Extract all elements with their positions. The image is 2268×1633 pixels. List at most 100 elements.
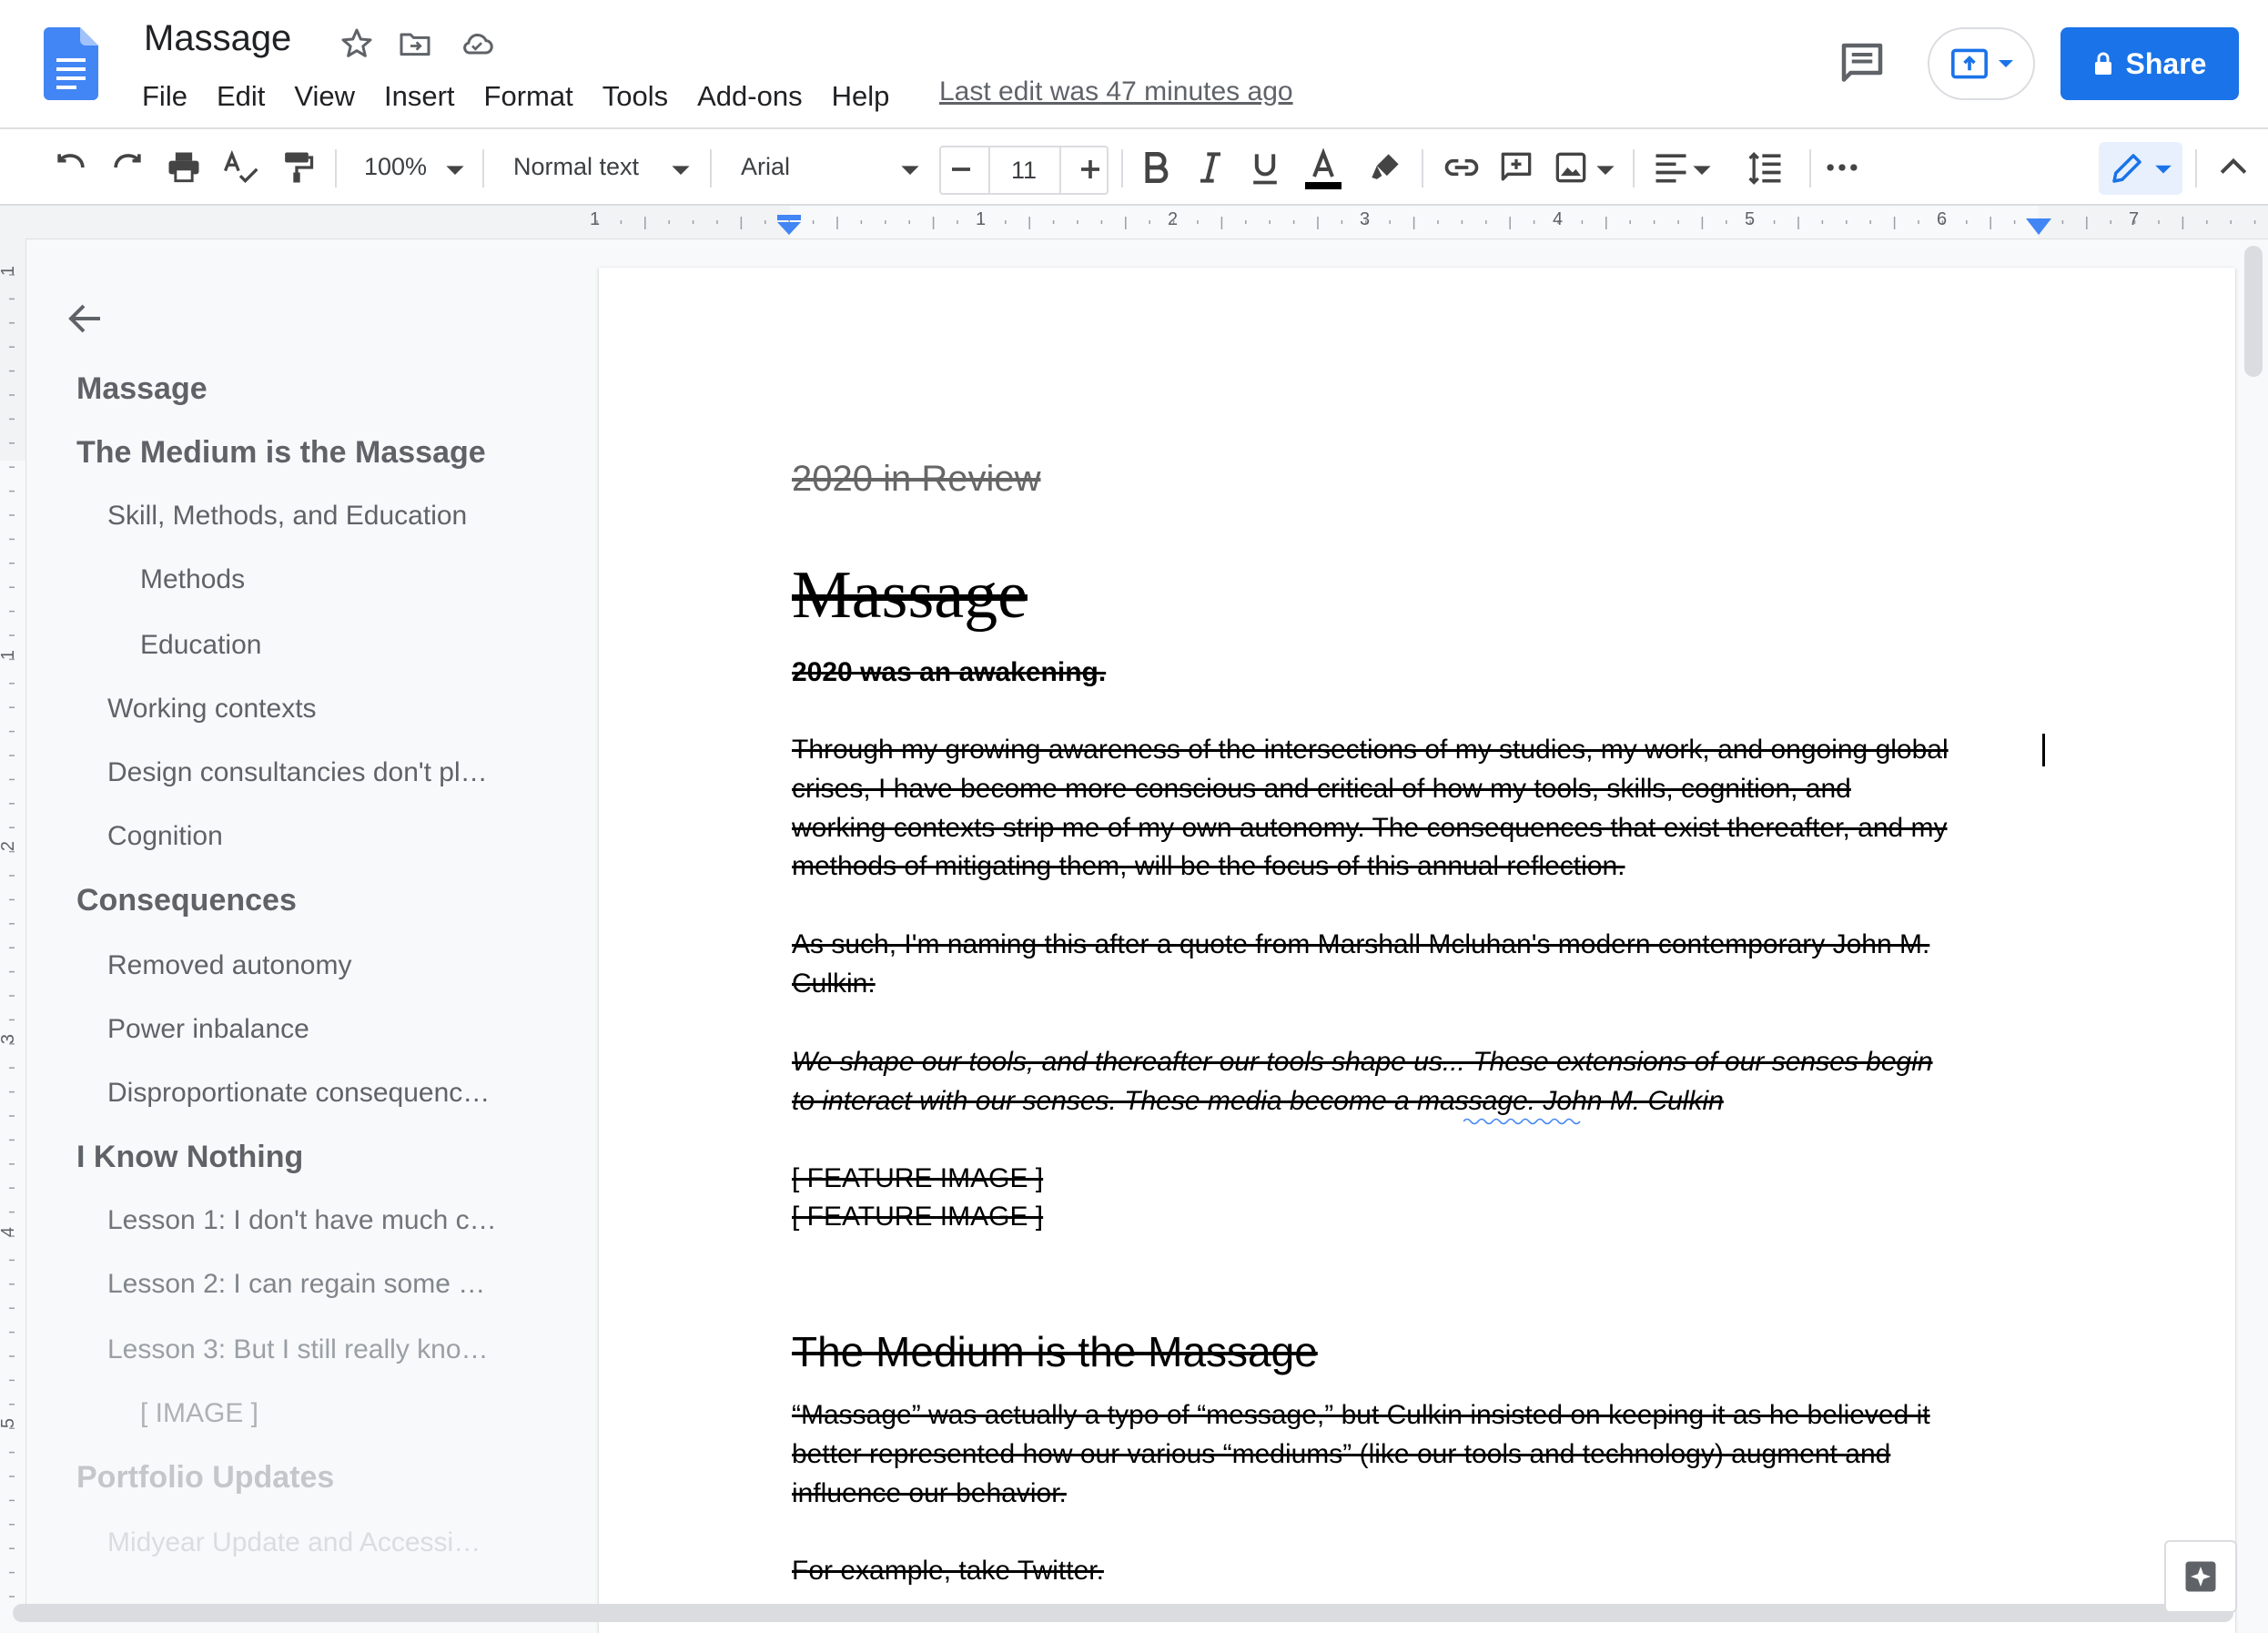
menu-format[interactable]: Format (470, 76, 588, 117)
underline-icon[interactable] (1245, 147, 1285, 188)
increase-font-size-icon[interactable] (1072, 151, 1109, 188)
highlight-icon[interactable] (1365, 147, 1405, 188)
title-bar: Massage File Edit View Insert Format Too… (0, 0, 2268, 127)
outline-item[interactable]: Consequences (76, 883, 297, 918)
doc-paragraph-line[interactable]: For example, take Twitter. (792, 1556, 1104, 1587)
ruler-number: 1 (0, 265, 19, 277)
outline-item[interactable]: Lesson 1: I don't have much c… (107, 1205, 497, 1236)
doc-quote-line[interactable]: to interact with our senses. These media… (792, 1086, 1724, 1117)
outline-item[interactable]: Skill, Methods, and Education (107, 501, 467, 532)
outline-item[interactable]: Design consultancies don't pl… (107, 757, 488, 788)
share-button[interactable]: Share (2060, 27, 2239, 100)
italic-icon[interactable] (1190, 147, 1230, 188)
vertical-ruler[interactable]: 1 1 2 3 4 5 (0, 238, 26, 1622)
move-to-folder-icon[interactable] (397, 25, 433, 62)
outline-item[interactable]: Education (140, 630, 261, 661)
outline-item[interactable]: Lesson 3: But I still really kno… (107, 1334, 489, 1365)
link-icon[interactable] (1442, 147, 1482, 188)
text-color-icon[interactable] (1300, 147, 1347, 189)
outline-item[interactable]: Portfolio Updates (76, 1460, 334, 1496)
style-dropdown-icon[interactable] (670, 158, 692, 180)
doc-paragraph-line[interactable]: influence our behavior. (792, 1478, 1067, 1509)
outline-item[interactable]: Midyear Update and Accessi… (107, 1527, 481, 1558)
align-left-icon[interactable] (1651, 147, 1691, 188)
menu-view[interactable]: View (279, 76, 370, 117)
spellcheck-icon[interactable] (220, 147, 260, 188)
doc-title[interactable]: Massage (792, 557, 1028, 634)
close-outline-arrow-icon[interactable] (64, 297, 107, 340)
doc-quote-line[interactable]: We shape our tools, and thereafter our t… (792, 1047, 1933, 1078)
zoom-dropdown-icon[interactable] (444, 158, 466, 180)
paint-format-icon[interactable] (277, 147, 317, 188)
doc-paragraph-line[interactable]: methods of mitigating them, will be the … (792, 851, 1625, 882)
outline-item[interactable]: I Know Nothing (76, 1140, 303, 1175)
collapse-menus-icon[interactable] (2213, 147, 2253, 188)
left-indent-marker-icon[interactable] (775, 215, 803, 239)
menu-addons[interactable]: Add-ons (683, 76, 816, 117)
doc-paragraph-line[interactable]: crises, I have become more conscious and… (792, 774, 1851, 805)
horizontal-ruler[interactable]: 1 1 2 3 4 5 6 7 (0, 206, 2268, 239)
bold-icon[interactable] (1136, 147, 1176, 188)
undo-icon[interactable] (51, 147, 91, 188)
outline-item[interactable]: Power inbalance (107, 1014, 309, 1045)
last-edit-link[interactable]: Last edit was 47 minutes ago (939, 76, 1293, 107)
menu-tools[interactable]: Tools (588, 76, 683, 117)
menu-insert[interactable]: Insert (370, 76, 470, 117)
formatting-toolbar: 100% Normal text Arial 11 (0, 127, 2268, 206)
doc-subtitle[interactable]: 2020 in Review (792, 459, 1041, 500)
doc-paragraph-line[interactable]: Through my growing awareness of the inte… (792, 735, 1949, 766)
more-options-icon[interactable] (1822, 147, 1862, 188)
font-dropdown-icon[interactable] (899, 158, 921, 180)
explore-button[interactable] (2164, 1540, 2237, 1613)
outline-item[interactable]: The Medium is the Massage (76, 435, 486, 471)
print-icon[interactable] (164, 147, 204, 188)
redo-icon[interactable] (107, 147, 147, 188)
doc-heading[interactable]: The Medium is the Massage (792, 1327, 1318, 1376)
ruler-number: 4 (0, 1226, 19, 1238)
menu-help[interactable]: Help (817, 76, 905, 117)
docs-logo-icon[interactable] (44, 27, 98, 100)
outline-item[interactable]: Methods (140, 564, 245, 595)
outline-item[interactable]: Massage (76, 371, 208, 407)
feature-image-placeholder[interactable]: [ FEATURE IMAGE ] (792, 1202, 1043, 1232)
menu-file[interactable]: File (127, 76, 202, 117)
horizontal-scrollbar[interactable] (13, 1604, 2233, 1622)
outline-item[interactable]: Working contexts (107, 694, 317, 725)
editing-mode-button[interactable] (2099, 142, 2182, 195)
right-indent-marker-icon[interactable] (2026, 218, 2051, 239)
doc-paragraph-line[interactable]: As such, I'm naming this after a quote f… (792, 929, 1929, 960)
font-size-input[interactable]: 11 (988, 157, 1059, 185)
feature-image-placeholder[interactable]: [ FEATURE IMAGE ] (792, 1163, 1043, 1194)
doc-paragraph-line[interactable]: working contexts strip me of my own auto… (792, 813, 1948, 844)
outline-item[interactable]: Cognition (107, 821, 223, 852)
doc-paragraph-line[interactable]: Culkin: (792, 969, 876, 999)
outline-item[interactable]: Lesson 2: I can regain some … (107, 1269, 485, 1300)
ruler-number: 1 (0, 649, 19, 661)
align-dropdown-icon[interactable] (1691, 158, 1713, 180)
star-icon[interactable] (339, 25, 375, 62)
present-button[interactable] (1928, 27, 2035, 100)
toolbar-divider (335, 149, 337, 188)
comments-icon[interactable] (1835, 36, 1889, 91)
menu-edit[interactable]: Edit (202, 76, 279, 117)
zoom-select[interactable]: 100% (364, 153, 427, 181)
line-spacing-icon[interactable] (1746, 147, 1786, 188)
editing-dropdown-icon (2153, 158, 2173, 183)
outline-item[interactable]: Removed autonomy (107, 950, 351, 981)
font-select[interactable]: Arial (741, 153, 790, 181)
decrease-font-size-icon[interactable] (943, 151, 979, 188)
doc-lead[interactable]: 2020 was an awakening. (792, 657, 1106, 688)
vertical-ruler-ticks (0, 238, 25, 1598)
add-comment-icon[interactable] (1496, 147, 1536, 188)
paragraph-style-select[interactable]: Normal text (513, 153, 639, 181)
doc-paragraph-line[interactable]: “Massage” was actually a typo of “messag… (792, 1400, 1930, 1431)
image-dropdown-icon[interactable] (1595, 158, 1616, 180)
outline-item[interactable]: [ IMAGE ] (140, 1398, 258, 1429)
outline-item[interactable]: Disproportionate consequenc… (107, 1078, 490, 1109)
present-dropdown-icon (1997, 55, 2015, 77)
insert-image-icon[interactable] (1551, 147, 1591, 188)
doc-paragraph-line[interactable]: better represented how our various “medi… (792, 1439, 1890, 1470)
cloud-saved-icon[interactable] (459, 25, 495, 62)
vertical-scrollbar[interactable] (2244, 246, 2263, 377)
document-title[interactable]: Massage (144, 18, 291, 59)
